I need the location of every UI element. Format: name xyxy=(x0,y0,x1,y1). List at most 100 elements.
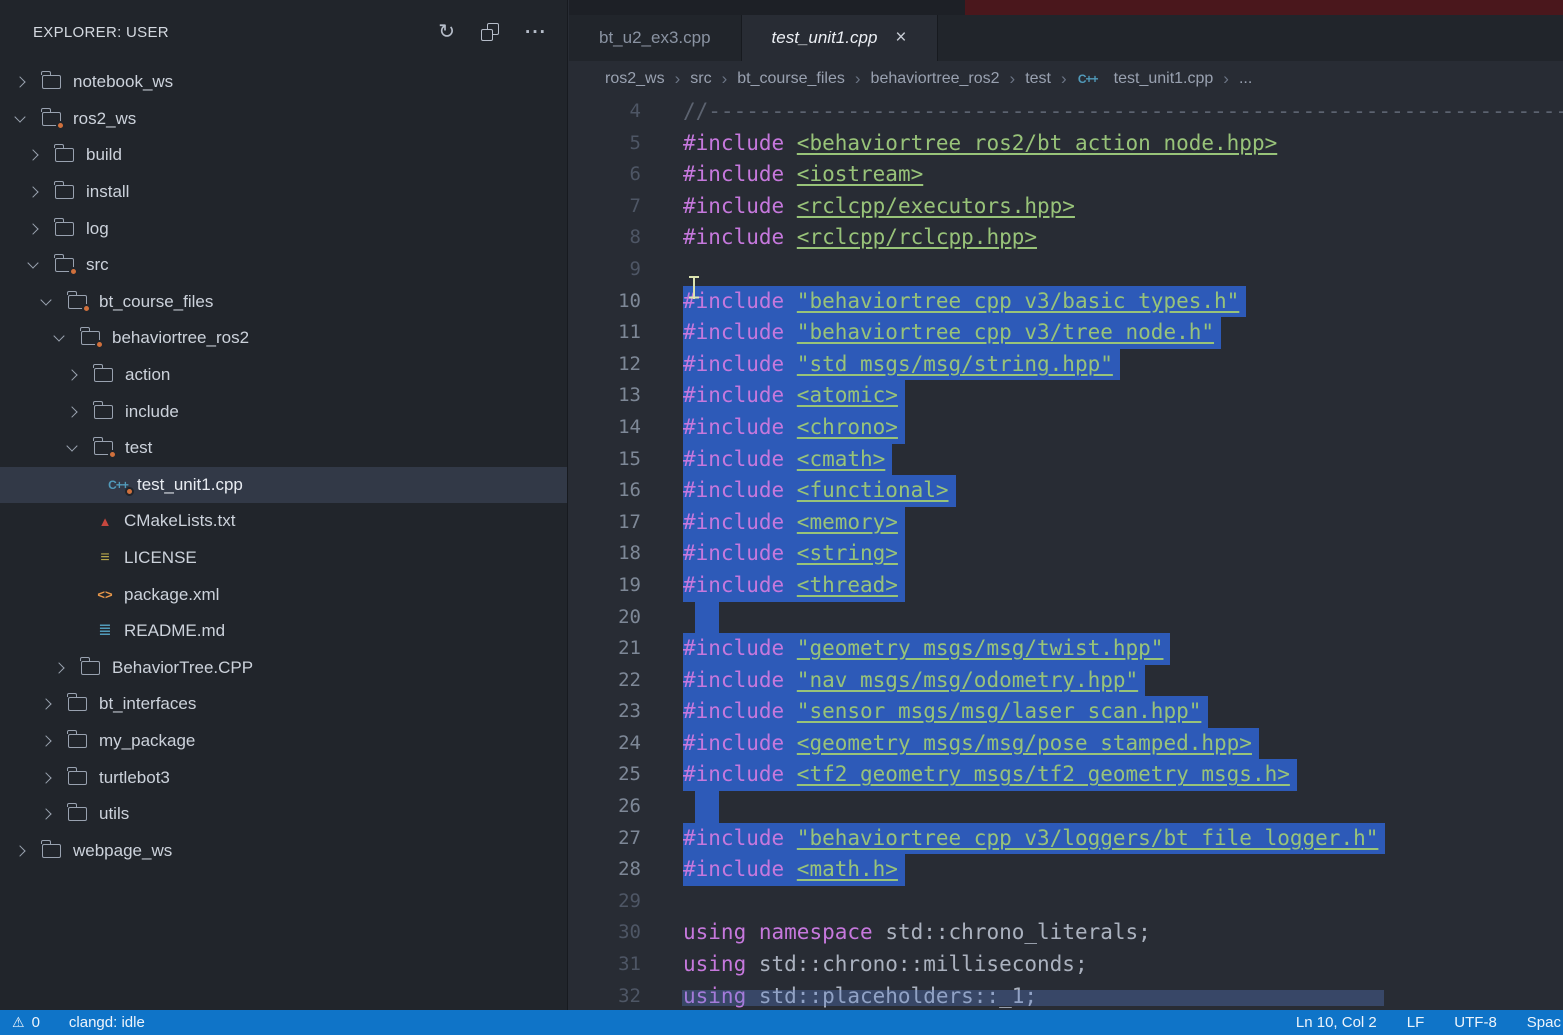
cursor-position[interactable]: Ln 10, Col 2 xyxy=(1296,1014,1377,1031)
tree-item-action[interactable]: action xyxy=(0,357,567,394)
code-line[interactable]: 11#include "behaviortree_cpp_v3/tree_nod… xyxy=(569,317,1563,349)
code-editor[interactable]: 4//-------------------------------------… xyxy=(569,96,1563,1010)
chevron-right-icon[interactable] xyxy=(53,664,81,672)
chevron-down-icon[interactable] xyxy=(14,117,42,121)
breadcrumb-item-test[interactable]: test xyxy=(1025,70,1051,88)
code-line[interactable]: 5#include <behaviortree_ros2/bt_action_n… xyxy=(569,128,1563,160)
chevron-right-icon[interactable] xyxy=(40,737,68,745)
tree-item-test[interactable]: test xyxy=(0,430,567,467)
chevron-right-icon[interactable] xyxy=(27,188,55,196)
tree-item-log[interactable]: log xyxy=(0,210,567,247)
breadcrumb-item-ros2_ws[interactable]: ros2_ws xyxy=(605,70,665,88)
code-line[interactable]: 31using std::chrono::milliseconds; xyxy=(569,949,1563,981)
tree-item-build[interactable]: build xyxy=(0,137,567,174)
horizontal-scrollbar[interactable] xyxy=(682,990,1384,1006)
code-line[interactable]: 10#include "behaviortree_cpp_v3/basic_ty… xyxy=(569,286,1563,318)
chevron-right-icon[interactable] xyxy=(66,371,94,379)
code-line[interactable]: 9 xyxy=(569,254,1563,286)
tree-item-behaviortree_ros2[interactable]: behaviortree_ros2 xyxy=(0,320,567,357)
code-line-content: #include <cmath> xyxy=(683,444,892,476)
chevron-right-icon[interactable] xyxy=(40,810,68,818)
breadcrumb-item-...[interactable]: ... xyxy=(1239,70,1252,88)
tree-item-install[interactable]: install xyxy=(0,174,567,211)
eol-indicator[interactable]: LF xyxy=(1407,1014,1425,1031)
code-line[interactable]: 8#include <rclcpp/rclcpp.hpp> xyxy=(569,222,1563,254)
tree-item-my_package[interactable]: my_package xyxy=(0,723,567,760)
refresh-icon[interactable]: ↻ xyxy=(438,22,455,42)
tree-item-webpage_ws[interactable]: webpage_ws xyxy=(0,832,567,869)
tree-item-README.md[interactable]: ≣README.md xyxy=(0,613,567,650)
chevron-right-icon[interactable] xyxy=(14,78,42,86)
code-line[interactable]: 18#include <string> xyxy=(569,538,1563,570)
chevron-right-icon[interactable] xyxy=(14,847,42,855)
tree-item-include[interactable]: include xyxy=(0,393,567,430)
chevron-right-icon[interactable] xyxy=(27,151,55,159)
editor-tabs: bt_u2_ex3.cpptest_unit1.cpp× xyxy=(569,15,1563,61)
breadcrumb-item-src[interactable]: src xyxy=(690,70,711,88)
chevron-down-icon[interactable] xyxy=(27,263,55,267)
breadcrumb-item-test_unit1.cpp[interactable]: C++test_unit1.cpp xyxy=(1077,70,1214,88)
chevron-right-icon[interactable] xyxy=(27,225,55,233)
tree-item-LICENSE[interactable]: ≡LICENSE xyxy=(0,540,567,577)
cpp-file-icon: C++ xyxy=(1077,73,1099,85)
line-number: 8 xyxy=(569,222,641,254)
tree-item-bt_interfaces[interactable]: bt_interfaces xyxy=(0,686,567,723)
close-icon[interactable]: × xyxy=(895,27,906,49)
code-line[interactable]: 12#include "std_msgs/msg/string.hpp" xyxy=(569,349,1563,381)
code-line[interactable]: 22#include "nav_msgs/msg/odometry.hpp" xyxy=(569,665,1563,697)
code-line-content: #include <atomic> xyxy=(683,380,905,412)
chevron-down-icon[interactable] xyxy=(53,336,81,340)
code-line[interactable]: 20 xyxy=(569,602,1563,634)
tree-item-notebook_ws[interactable]: notebook_ws xyxy=(0,64,567,101)
code-line[interactable]: 29 xyxy=(569,886,1563,918)
line-number: 17 xyxy=(569,507,641,539)
code-line[interactable]: 26 xyxy=(569,791,1563,823)
code-line[interactable]: 6#include <iostream> xyxy=(569,159,1563,191)
tree-item-test_unit1.cpp[interactable]: C++test_unit1.cpp xyxy=(0,467,567,504)
tree-item-ros2_ws[interactable]: ros2_ws xyxy=(0,101,567,138)
collapse-folders-icon[interactable] xyxy=(481,23,499,41)
tree-item-utils[interactable]: utils xyxy=(0,796,567,833)
line-number: 23 xyxy=(569,696,641,728)
line-number: 28 xyxy=(569,854,641,886)
chevron-down-icon[interactable] xyxy=(40,300,68,304)
breadcrumb-item-bt_course_files[interactable]: bt_course_files xyxy=(737,70,845,88)
problems-indicator[interactable]: ⚠ 0 clangd: idle xyxy=(0,1014,145,1031)
code-lines: 4//-------------------------------------… xyxy=(569,96,1563,1010)
chevron-right-icon[interactable] xyxy=(40,700,68,708)
tree-item-package.xml[interactable]: <>package.xml xyxy=(0,576,567,613)
encoding-indicator[interactable]: UTF-8 xyxy=(1454,1014,1497,1031)
code-line[interactable]: 15#include <cmath> xyxy=(569,444,1563,476)
code-line-content: #include <iostream> xyxy=(683,159,923,191)
explorer-title: EXPLORER: USER xyxy=(33,24,169,41)
code-line[interactable]: 7#include <rclcpp/executors.hpp> xyxy=(569,191,1563,223)
chevron-down-icon[interactable] xyxy=(66,446,94,450)
code-line[interactable]: 28#include <math.h> xyxy=(569,854,1563,886)
code-line[interactable]: 21#include "geometry_msgs/msg/twist.hpp" xyxy=(569,633,1563,665)
code-line[interactable]: 30using namespace std::chrono_literals; xyxy=(569,917,1563,949)
tree-item-BehaviorTree.CPP[interactable]: BehaviorTree.CPP xyxy=(0,650,567,687)
code-line[interactable]: 24#include <geometry_msgs/msg/pose_stamp… xyxy=(569,728,1563,760)
code-line[interactable]: 19#include <thread> xyxy=(569,570,1563,602)
breadcrumb-item-behaviortree_ros2[interactable]: behaviortree_ros2 xyxy=(871,70,1000,88)
code-line[interactable]: 17#include <memory> xyxy=(569,507,1563,539)
folder-icon xyxy=(81,331,100,345)
language-server-status[interactable]: clangd: idle xyxy=(69,1014,145,1031)
tree-item-CMakeLists.txt[interactable]: ▲CMakeLists.txt xyxy=(0,503,567,540)
code-line[interactable]: 4//-------------------------------------… xyxy=(569,96,1563,128)
tree-item-bt_course_files[interactable]: bt_course_files xyxy=(0,284,567,321)
code-line[interactable]: 23#include "sensor_msgs/msg/laser_scan.h… xyxy=(569,696,1563,728)
code-line[interactable]: 14#include <chrono> xyxy=(569,412,1563,444)
more-actions-icon[interactable]: ··· xyxy=(525,23,547,42)
indentation-indicator[interactable]: Spac xyxy=(1527,1014,1561,1031)
code-line[interactable]: 25#include <tf2_geometry_msgs/tf2_geomet… xyxy=(569,759,1563,791)
chevron-right-icon[interactable] xyxy=(66,408,94,416)
tree-item-src[interactable]: src xyxy=(0,247,567,284)
chevron-right-icon[interactable] xyxy=(40,774,68,782)
tab-bt_u2_ex3.cpp[interactable]: bt_u2_ex3.cpp xyxy=(569,15,742,61)
code-line[interactable]: 16#include <functional> xyxy=(569,475,1563,507)
code-line[interactable]: 13#include <atomic> xyxy=(569,380,1563,412)
code-line[interactable]: 27#include "behaviortree_cpp_v3/loggers/… xyxy=(569,823,1563,855)
tab-test_unit1.cpp[interactable]: test_unit1.cpp× xyxy=(742,15,938,61)
tree-item-turtlebot3[interactable]: turtlebot3 xyxy=(0,759,567,796)
